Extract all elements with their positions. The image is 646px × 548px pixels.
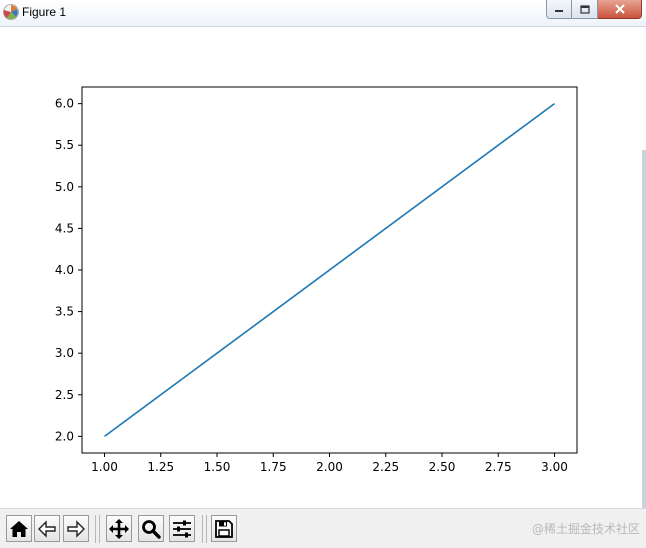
x-tick-label: 2.25 <box>372 460 399 474</box>
y-tick-label: 3.5 <box>55 305 74 319</box>
figure-window: Figure 1 1.00 1.25 1.50 1.75 2.00 2.25 2.50 2.7… <box>0 0 646 548</box>
minimize-icon <box>555 10 563 12</box>
toolbar-separator <box>206 515 207 543</box>
toolbar-separator <box>95 515 96 543</box>
x-tick-label: 2.00 <box>316 460 343 474</box>
y-tick-label: 3.0 <box>55 346 74 360</box>
x-tick-label: 3.00 <box>541 460 568 474</box>
back-button[interactable] <box>34 515 60 542</box>
pan-move-icon <box>109 518 129 539</box>
toolbar-separator <box>202 515 203 543</box>
y-tick-label: 2.5 <box>55 388 74 402</box>
maximize-icon <box>579 4 590 14</box>
matplotlib-logo-icon <box>3 4 19 20</box>
y-tick-label: 6.0 <box>55 97 74 111</box>
home-button[interactable] <box>6 515 32 542</box>
x-tick-label: 1.75 <box>260 460 287 474</box>
y-tick-label: 2.0 <box>55 429 74 443</box>
window-controls <box>546 0 642 20</box>
zoom-button[interactable] <box>138 515 164 542</box>
line-plot: 1.00 1.25 1.50 1.75 2.00 2.25 2.50 2.75 3.00 2.0 2… <box>55 86 578 474</box>
minimize-button[interactable] <box>546 0 572 19</box>
floppy-disk-icon <box>215 519 233 538</box>
x-tick-label: 1.50 <box>204 460 231 474</box>
x-tick-label: 2.50 <box>429 460 456 474</box>
watermark: @稀土掘金技术社区 <box>531 522 640 536</box>
forward-arrow-icon <box>67 519 85 538</box>
series-line <box>104 102 555 438</box>
close-icon <box>614 4 625 14</box>
back-arrow-icon <box>38 519 56 538</box>
title-bar[interactable]: Figure 1 <box>0 0 646 27</box>
maximize-button[interactable] <box>572 0 598 19</box>
save-button[interactable] <box>211 515 237 542</box>
y-tick-label: 5.5 <box>55 138 74 152</box>
window-title: Figure 1 <box>22 5 67 19</box>
y-tick-label: 4.5 <box>55 221 74 235</box>
sliders-icon <box>173 520 191 537</box>
x-tick-label: 1.00 <box>91 460 118 474</box>
home-icon <box>10 520 28 537</box>
close-button[interactable] <box>598 0 642 19</box>
forward-button[interactable] <box>63 515 89 542</box>
x-tick-label: 1.25 <box>147 460 174 474</box>
magnifier-icon <box>142 519 161 539</box>
y-tick-label: 4.0 <box>55 263 74 277</box>
figure-canvas[interactable]: 1.00 1.25 1.50 1.75 2.00 2.25 2.50 2.75 3.00 2.0 2… <box>0 27 646 508</box>
window-border <box>642 150 646 510</box>
configure-subplots-button[interactable] <box>169 515 195 542</box>
x-tick-label: 2.75 <box>485 460 512 474</box>
pan-button[interactable] <box>106 515 132 542</box>
toolbar-separator <box>99 515 100 543</box>
y-tick-label: 5.0 <box>55 180 74 194</box>
